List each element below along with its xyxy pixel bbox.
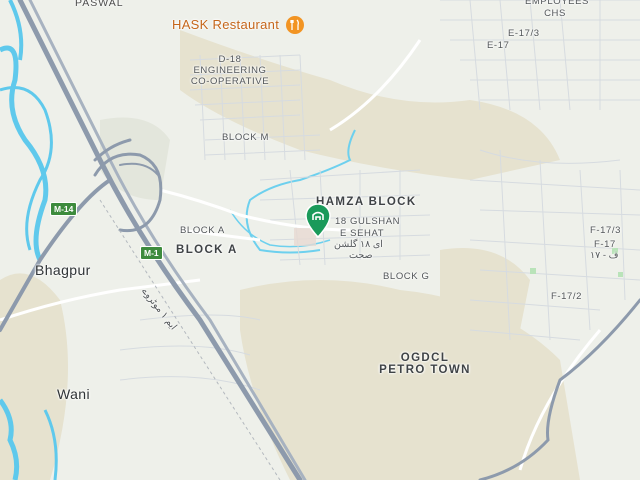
sector-label-e17: E-17 [487, 40, 510, 51]
area-label-block-m: BLOCK M [222, 132, 269, 143]
map-base-layer [0, 0, 640, 480]
place-label-gulshan-urdu-line2: صحت [349, 250, 373, 261]
place-label-gulshan-line1[interactable]: 18 GULSHAN [335, 216, 400, 228]
area-label-ogdcl-line2: PETRO TOWN [379, 364, 471, 376]
area-label-paswal: PASWAL [75, 0, 124, 9]
area-label-ogdcl-line1: OGDCL [400, 352, 450, 364]
area-label-employees-line2: CHS [544, 8, 566, 19]
area-label-employees-line1: EMPLOYEES [524, 0, 589, 7]
route-shield-m1: M-1 [140, 246, 163, 260]
map-canvas[interactable]: PASWAL HASK Restaurant D-18 ENGINEERING … [0, 0, 640, 480]
sector-label-f17-urdu: ف - ۱۷ [590, 250, 619, 261]
sector-label-f17-3: F-17/3 [590, 225, 622, 236]
area-label-d18-line3: CO-OPERATIVE [190, 76, 270, 87]
sector-label-f17-2: F-17/2 [551, 291, 583, 302]
sector-label-e17-3: E-17/3 [508, 28, 540, 39]
town-label-wani: Wani [57, 386, 90, 402]
location-pin-icon[interactable] [304, 203, 332, 239]
terrain-area [180, 30, 560, 180]
route-shield-m14: M-14 [50, 202, 78, 216]
poi-label-hask-restaurant[interactable]: HASK Restaurant [172, 18, 279, 31]
area-label-block-a: BLOCK A [176, 244, 238, 256]
town-label-bhagpur: Bhagpur [35, 262, 91, 278]
restaurant-icon[interactable] [286, 16, 304, 34]
river [0, 45, 49, 262]
area-label-block-g: BLOCK G [383, 271, 430, 282]
fork-knife-icon [290, 19, 299, 30]
park [530, 268, 536, 274]
terrain-area [240, 280, 580, 480]
park [618, 272, 623, 277]
area-label-block-a-small: BLOCK A [180, 225, 225, 236]
